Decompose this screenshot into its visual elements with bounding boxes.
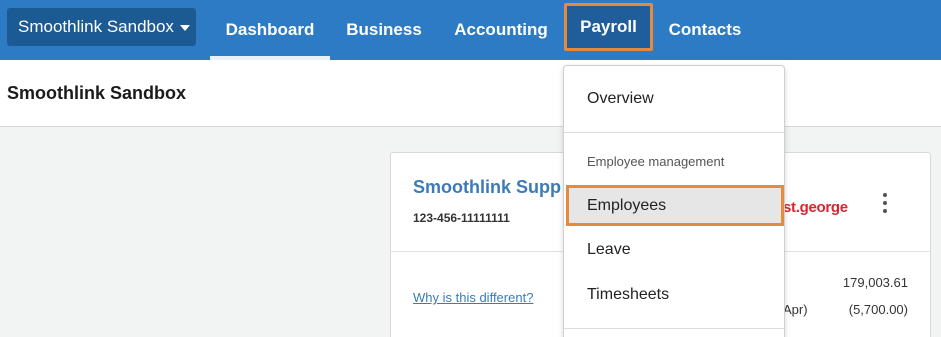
more-vertical-icon[interactable] (878, 193, 892, 213)
menu-divider (564, 328, 784, 329)
caret-down-icon (179, 25, 190, 31)
statement-balance: 179,003.61 (842, 275, 908, 290)
tab-accounting-label: Accounting (454, 20, 548, 39)
payroll-dropdown-menu: Overview Employee management Employees L… (563, 65, 785, 337)
org-switcher-button[interactable]: Smoothlink Sandbox (7, 8, 196, 46)
tab-dashboard-label: Dashboard (225, 20, 315, 39)
page-header: Smoothlink Sandbox (0, 60, 941, 127)
tab-accounting[interactable]: Accounting (442, 0, 560, 60)
why-different-link[interactable]: Why is this different? (413, 290, 533, 305)
tab-contacts[interactable]: Contacts (656, 0, 754, 60)
tab-payroll[interactable]: Payroll (564, 3, 653, 51)
menu-item-employees[interactable]: Employees (566, 185, 784, 226)
tab-dashboard[interactable]: Dashboard (210, 0, 330, 60)
tab-payroll-label: Payroll (580, 17, 637, 36)
top-navigation: Smoothlink Sandbox Dashboard Business Ac… (0, 0, 941, 60)
menu-divider (564, 132, 784, 133)
menu-item-overview[interactable]: Overview (564, 77, 784, 121)
org-switcher-label: Smoothlink Sandbox (18, 17, 174, 36)
menu-section-header: Employee management (587, 154, 725, 169)
bank-logo: st.george (783, 199, 848, 216)
account-number: 123-456-11111111 (413, 211, 510, 225)
account-name-link[interactable]: Smoothlink Supp (413, 177, 561, 198)
balance-label: Apr) (783, 302, 808, 317)
page-title: Smoothlink Sandbox (7, 83, 187, 103)
tab-contacts-label: Contacts (668, 20, 742, 39)
balance-amount: (5,700.00) (848, 302, 908, 317)
menu-item-leave[interactable]: Leave (564, 228, 784, 272)
menu-item-timesheets[interactable]: Timesheets (564, 273, 784, 317)
tab-business[interactable]: Business (334, 0, 434, 60)
tab-business-label: Business (346, 20, 422, 39)
